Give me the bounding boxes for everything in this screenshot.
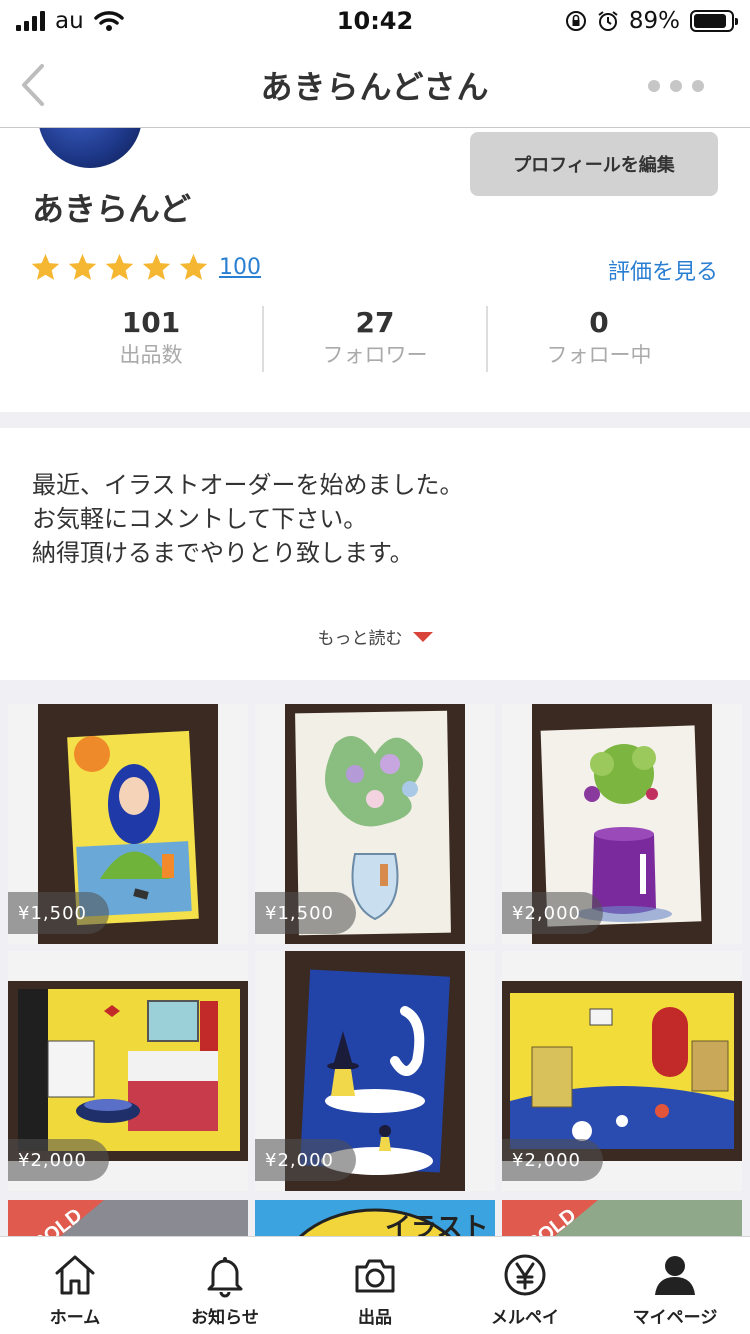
item-tile[interactable]: SOLD: [8, 1200, 248, 1240]
tab-label: 出品: [358, 1308, 392, 1328]
read-more-button[interactable]: もっと読む: [0, 624, 750, 649]
rating-count-link[interactable]: 100: [219, 255, 261, 280]
rating-row: 100: [30, 252, 261, 283]
profile-section: プロフィールを編集 あきらんど 100 評価を見る 101 出品数 27 フォロ…: [0, 128, 750, 412]
signal-icon: [16, 11, 45, 31]
bio-section: 最近、イラストオーダーを始めました。 お気軽にコメントして下さい。 納得頂けるま…: [0, 428, 750, 680]
camera-icon: [355, 1259, 395, 1293]
item-tile[interactable]: ¥2,000: [502, 951, 742, 1191]
item-image: イラスト: [255, 1200, 495, 1240]
item-image: [8, 981, 248, 1161]
status-time: 10:42: [336, 7, 414, 35]
star-icon: [142, 253, 171, 280]
section-divider: [0, 412, 750, 428]
more-options-icon[interactable]: [648, 80, 704, 92]
tab-label: お知らせ: [191, 1308, 259, 1328]
wifi-icon: [93, 11, 124, 31]
person-icon: [655, 1256, 695, 1295]
price-tag: ¥2,000: [8, 1139, 109, 1181]
item-tile[interactable]: ¥1,500: [8, 704, 248, 944]
navigation-bar: あきらんどさん: [0, 42, 750, 128]
item-image: SOLD: [8, 1200, 248, 1240]
tab-sell[interactable]: 出品: [300, 1237, 450, 1334]
back-chevron-icon[interactable]: [14, 62, 54, 108]
tab-label: メルペイ: [491, 1308, 559, 1328]
item-tile[interactable]: ¥1,500: [255, 704, 495, 944]
price-tag: ¥1,500: [255, 892, 356, 934]
star-icon: [31, 253, 60, 280]
price-tag: ¥1,500: [8, 892, 109, 934]
page-title: あきらんどさん: [260, 67, 490, 106]
yen-icon: [504, 1254, 546, 1296]
stat-listings[interactable]: 101 出品数: [40, 306, 262, 372]
home-icon: [55, 1255, 95, 1295]
bio-line: お気軽にコメントして下さい。: [32, 505, 368, 533]
star-icon: [105, 253, 134, 280]
orientation-lock-icon: [565, 11, 586, 31]
star-icon: [179, 253, 208, 280]
item-tile[interactable]: ¥2,000: [8, 951, 248, 1191]
alarm-icon: [598, 11, 618, 31]
item-tile[interactable]: ¥2,000: [502, 704, 742, 944]
tab-bar: ホーム お知らせ 出品 メルペイ マイページ: [0, 1236, 750, 1334]
read-more-label: もっと読む: [317, 629, 403, 649]
item-grid: ¥1,500 ¥1,500 ¥2,000 ¥2,000 ¥2,000 ¥2,00…: [0, 680, 750, 1240]
see-reviews-link[interactable]: 評価を見る: [608, 254, 718, 286]
stat-value: 27: [355, 306, 395, 339]
tab-notifications[interactable]: お知らせ: [150, 1237, 300, 1334]
tab-label: ホーム: [49, 1308, 101, 1328]
status-bar: au 10:42 89%: [0, 0, 750, 42]
profile-name: あきらんど: [32, 190, 192, 228]
edit-profile-button[interactable]: プロフィールを編集: [470, 132, 718, 196]
stat-followers[interactable]: 27 フォロワー: [262, 306, 486, 372]
bio-line: 最近、イラストオーダーを始めました。: [32, 471, 464, 499]
price-tag: ¥2,000: [502, 1139, 603, 1181]
tab-home[interactable]: ホーム: [0, 1237, 150, 1334]
stat-label: 出品数: [119, 343, 183, 367]
carrier-label: au: [55, 8, 84, 34]
bio-line: 納得頂けるまでやりとり致します。: [32, 539, 414, 567]
avatar[interactable]: [38, 128, 142, 168]
tab-mypage[interactable]: マイページ: [600, 1237, 750, 1334]
item-image: SOLD: [502, 1200, 742, 1240]
stat-value: 0: [589, 306, 609, 339]
stat-value: 101: [121, 306, 181, 339]
battery-icon: [690, 10, 738, 32]
battery-percent: 89%: [628, 8, 680, 34]
stat-following[interactable]: 0 フォロー中: [486, 306, 710, 372]
bell-icon: [207, 1257, 243, 1298]
item-tile[interactable]: ¥2,000: [255, 951, 495, 1191]
item-image: [502, 981, 742, 1161]
star-icon: [68, 253, 97, 280]
tab-label: マイページ: [632, 1308, 718, 1328]
tab-merpay[interactable]: メルペイ: [450, 1237, 600, 1334]
bio-text: 最近、イラストオーダーを始めました。 お気軽にコメントして下さい。 納得頂けるま…: [32, 468, 464, 570]
stat-label: フォロワー: [322, 343, 428, 367]
item-tile[interactable]: SOLD: [502, 1200, 742, 1240]
caret-down-icon: [412, 631, 433, 642]
price-tag: ¥2,000: [255, 1139, 356, 1181]
stat-label: フォロー中: [546, 343, 652, 367]
item-tile[interactable]: イラスト: [255, 1200, 495, 1240]
stats-row: 101 出品数 27 フォロワー 0 フォロー中: [40, 306, 710, 372]
price-tag: ¥2,000: [502, 892, 603, 934]
